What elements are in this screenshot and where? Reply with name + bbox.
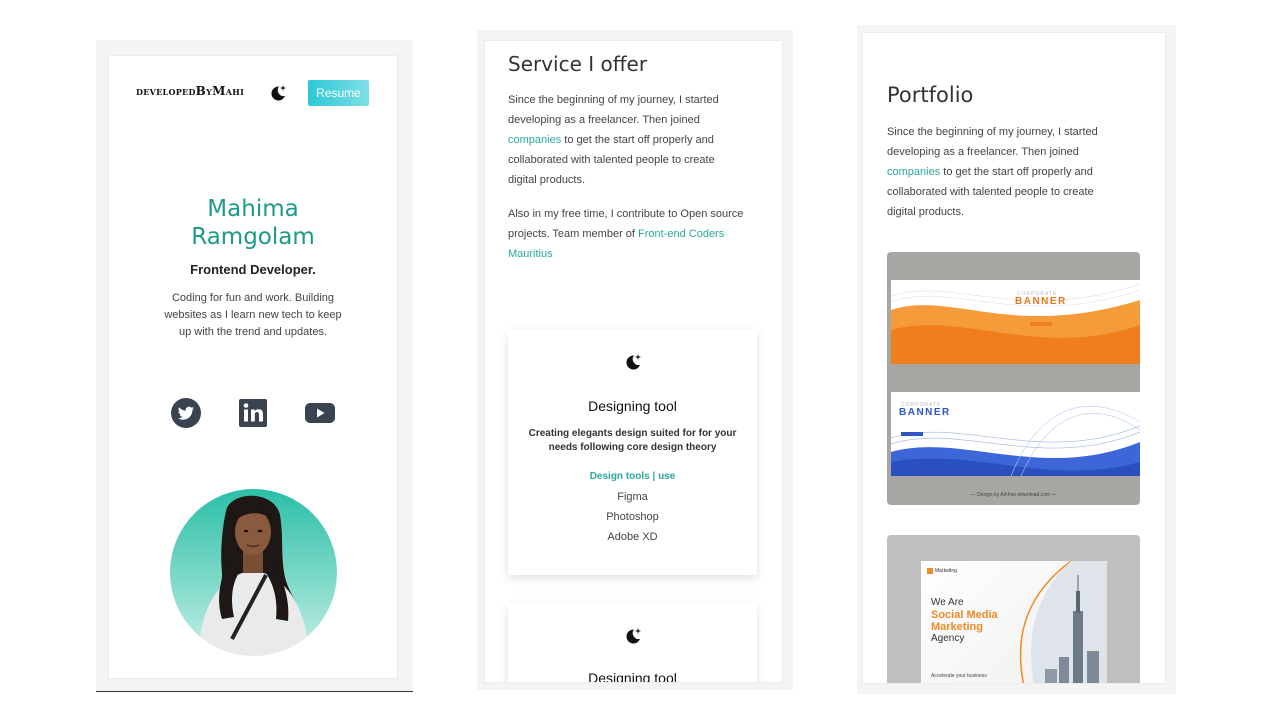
youtube-icon[interactable] (305, 398, 335, 428)
portfolio-intro-text-1: Since the beginning of my journey, I sta… (887, 126, 1098, 158)
resume-button[interactable]: Resume (308, 80, 369, 106)
orange-wave-graphic (891, 283, 1140, 364)
hero-role: Frontend Developer. (190, 262, 316, 277)
service-card: Designing tool Creating elegants design … (508, 330, 757, 575)
moon-icon (626, 354, 641, 370)
service-card-subheading: Design tools | use (589, 471, 676, 482)
banner-bar (1030, 322, 1052, 326)
tool-item: Adobe XD (607, 531, 658, 543)
flyer-line: We Are (931, 597, 964, 608)
services-intro: Since the beginning of my journey, I sta… (508, 90, 744, 190)
brand-name: Marketing (935, 568, 957, 574)
tool-item: Photoshop (606, 511, 659, 523)
flyer-line: Agency (931, 633, 965, 644)
companies-link[interactable]: companies (508, 134, 561, 146)
site-logo[interactable]: developedByMahi (136, 84, 244, 98)
hero-name-first: Mahima (207, 196, 299, 222)
banner-blue: CORPORATE BANNER (891, 392, 1140, 476)
portfolio-page: Portfolio Since the beginning of my jour… (863, 33, 1165, 683)
portfolio-intro: Since the beginning of my journey, I sta… (887, 122, 1125, 222)
portfolio-item[interactable]: Marketing We Are Social Media Marketing … (887, 535, 1140, 683)
service-card-title: Designing tool (588, 670, 677, 682)
flyer-highlight: Marketing (931, 621, 983, 633)
portfolio-heading: Portfolio (887, 83, 974, 107)
hero-name-last: Ramgolam (191, 224, 315, 250)
tool-item: Figma (617, 491, 648, 503)
flyer-footer: Accelerate your business (931, 673, 987, 679)
flyer-highlight: Social Media (931, 609, 998, 621)
hero-description: Coding for fun and work. Building websit… (164, 292, 342, 338)
portfolio-companies-link[interactable]: companies (887, 166, 940, 178)
hero-page: developedByMahi Resume Mahima Ramgolam F… (109, 56, 397, 678)
moon-icon (626, 628, 641, 644)
banner-title: BANNER (899, 407, 951, 418)
service-card-title: Designing tool (588, 398, 677, 414)
profile-avatar (170, 489, 337, 656)
portfolio-item[interactable]: CORPORATE BANNER CORPORATE BANNER — Desi… (887, 252, 1140, 505)
profile-photo (198, 495, 310, 656)
hero-panel-frame: developedByMahi Resume Mahima Ramgolam F… (96, 40, 413, 692)
services-intro-text-1: Since the beginning of my journey, I sta… (508, 94, 719, 126)
banner-title: BANNER (1015, 296, 1067, 307)
image-credit: — Design by All-free-download.com — (970, 492, 1057, 498)
services-heading: Service I offer (508, 52, 648, 76)
banner-orange: CORPORATE BANNER (891, 280, 1140, 364)
service-card-description: Creating elegants design suited for for … (528, 428, 737, 453)
services-page: Service I offer Since the beginning of m… (485, 41, 782, 682)
opensource-paragraph: Also in my free time, I contribute to Op… (508, 204, 760, 264)
linkedin-icon[interactable] (238, 398, 268, 428)
banner-bar (901, 432, 923, 436)
marketing-flyer: Marketing We Are Social Media Marketing … (921, 561, 1107, 683)
service-card: Designing tool (508, 603, 757, 682)
services-panel-frame: Service I offer Since the beginning of m… (477, 30, 793, 690)
twitter-icon[interactable] (171, 398, 201, 428)
divider (96, 691, 413, 692)
dark-mode-toggle-icon[interactable] (268, 83, 288, 103)
portfolio-panel-frame: Portfolio Since the beginning of my jour… (857, 25, 1176, 694)
hero-name: Mahima Ramgolam (109, 195, 397, 251)
